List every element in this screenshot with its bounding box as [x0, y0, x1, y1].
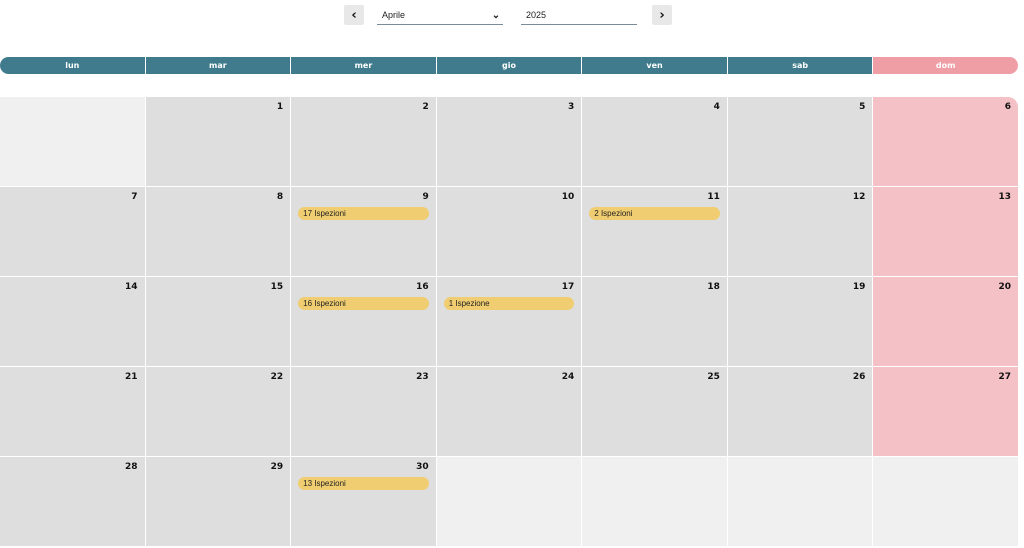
day-cell[interactable]: 12	[727, 187, 873, 276]
day-number: 15	[270, 282, 284, 292]
day-cell[interactable]: 29	[145, 457, 291, 546]
day-cell-sunday[interactable]: 6	[873, 97, 1018, 186]
day-number: 29	[270, 462, 284, 472]
empty-day-cell	[436, 457, 582, 546]
day-number: 12	[852, 192, 866, 202]
day-cell[interactable]: 5	[727, 97, 873, 186]
day-number: 23	[416, 372, 429, 382]
day-number: 4	[713, 102, 720, 112]
empty-day-cell	[873, 457, 1018, 546]
day-cell[interactable]: 3	[436, 97, 582, 186]
day-cell[interactable]: 30 13 Ispezioni	[291, 457, 436, 546]
day-number: 9	[422, 192, 429, 202]
inspection-event[interactable]: 1 Ispezione	[443, 297, 575, 310]
day-number: 17	[561, 282, 575, 292]
day-number: 16	[416, 282, 429, 292]
day-cell[interactable]: 4	[582, 97, 727, 186]
day-number: 5	[859, 102, 866, 112]
empty-day-cell	[582, 457, 727, 546]
day-cell[interactable]: 14	[0, 277, 145, 366]
inspection-event[interactable]: 17 Ispezioni	[298, 207, 429, 220]
day-number: 3	[568, 102, 575, 112]
day-cell[interactable]: 21	[0, 367, 145, 456]
weekday-mon: lun	[0, 57, 145, 74]
day-cell[interactable]: 22	[145, 367, 291, 456]
day-number: 7	[131, 192, 138, 202]
day-cell[interactable]: 8	[145, 187, 291, 276]
day-cell[interactable]: 2	[291, 97, 436, 186]
weekday-sun: dom	[873, 57, 1018, 74]
day-number: 20	[998, 282, 1011, 292]
day-cell[interactable]: 7	[0, 187, 145, 276]
day-cell[interactable]: 28	[0, 457, 145, 546]
day-cell[interactable]: 24	[436, 367, 582, 456]
chevron-right-icon: ›	[659, 7, 665, 23]
day-number: 11	[707, 192, 720, 202]
day-number: 25	[707, 372, 720, 382]
day-cell[interactable]: 17 1 Ispezione	[436, 277, 582, 366]
calendar-grid: 1 2 3 4 5 6 7 8 9 17 Ispezioni 10 11 2 I…	[0, 97, 1018, 546]
day-cell-sunday[interactable]: 13	[873, 187, 1018, 276]
day-cell[interactable]: 11 2 Ispezioni	[582, 187, 727, 276]
weekday-wed: mer	[291, 57, 436, 74]
day-number: 26	[852, 372, 866, 382]
day-cell-sunday[interactable]: 27	[873, 367, 1018, 456]
weekday-tue: mar	[145, 57, 291, 74]
day-number: 22	[270, 372, 284, 382]
inspection-event[interactable]: 2 Ispezioni	[589, 207, 720, 220]
day-cell[interactable]: 19	[727, 277, 873, 366]
inspection-event[interactable]: 16 Ispezioni	[298, 297, 429, 310]
month-select-value: Aprile	[382, 10, 406, 20]
day-cell[interactable]: 1	[145, 97, 291, 186]
day-cell[interactable]: 18	[582, 277, 727, 366]
weekday-header: lun mar mer gio ven sab dom	[0, 57, 1018, 74]
weekday-fri: ven	[582, 57, 727, 74]
day-cell[interactable]: 23	[291, 367, 436, 456]
month-select[interactable]: Aprile ⌄	[377, 6, 503, 25]
day-number: 6	[1004, 102, 1011, 112]
chevron-down-icon: ⌄	[491, 9, 501, 21]
day-cell[interactable]: 9 17 Ispezioni	[291, 187, 436, 276]
day-number: 10	[561, 192, 575, 202]
day-cell[interactable]: 26	[727, 367, 873, 456]
inspection-event[interactable]: 13 Ispezioni	[298, 477, 429, 490]
day-number: 18	[707, 282, 720, 292]
day-cell[interactable]: 25	[582, 367, 727, 456]
year-input[interactable]: 2025	[521, 6, 637, 25]
prev-month-button[interactable]: ‹	[344, 5, 364, 25]
day-number: 13	[998, 192, 1011, 202]
month-navigation: ‹ Aprile ⌄ 2025 ›	[0, 4, 1024, 28]
day-number: 24	[561, 372, 575, 382]
day-cell[interactable]: 10	[436, 187, 582, 276]
day-number: 8	[276, 192, 284, 202]
day-number: 2	[422, 102, 429, 112]
empty-day-cell	[727, 457, 873, 546]
day-cell[interactable]: 16 16 Ispezioni	[291, 277, 436, 366]
day-cell-sunday[interactable]: 20	[873, 277, 1018, 366]
chevron-left-icon: ‹	[351, 7, 357, 23]
empty-day-cell	[0, 97, 145, 186]
weekday-thu: gio	[436, 57, 582, 74]
year-input-value: 2025	[526, 10, 547, 20]
day-number: 21	[125, 372, 138, 382]
next-month-button[interactable]: ›	[652, 5, 672, 25]
day-number: 28	[125, 462, 138, 472]
day-number: 27	[998, 372, 1011, 382]
day-cell[interactable]: 15	[145, 277, 291, 366]
day-number: 1	[276, 102, 284, 112]
day-number: 14	[125, 282, 138, 292]
day-number: 19	[852, 282, 866, 292]
weekday-sat: sab	[727, 57, 873, 74]
day-number: 30	[416, 462, 429, 472]
